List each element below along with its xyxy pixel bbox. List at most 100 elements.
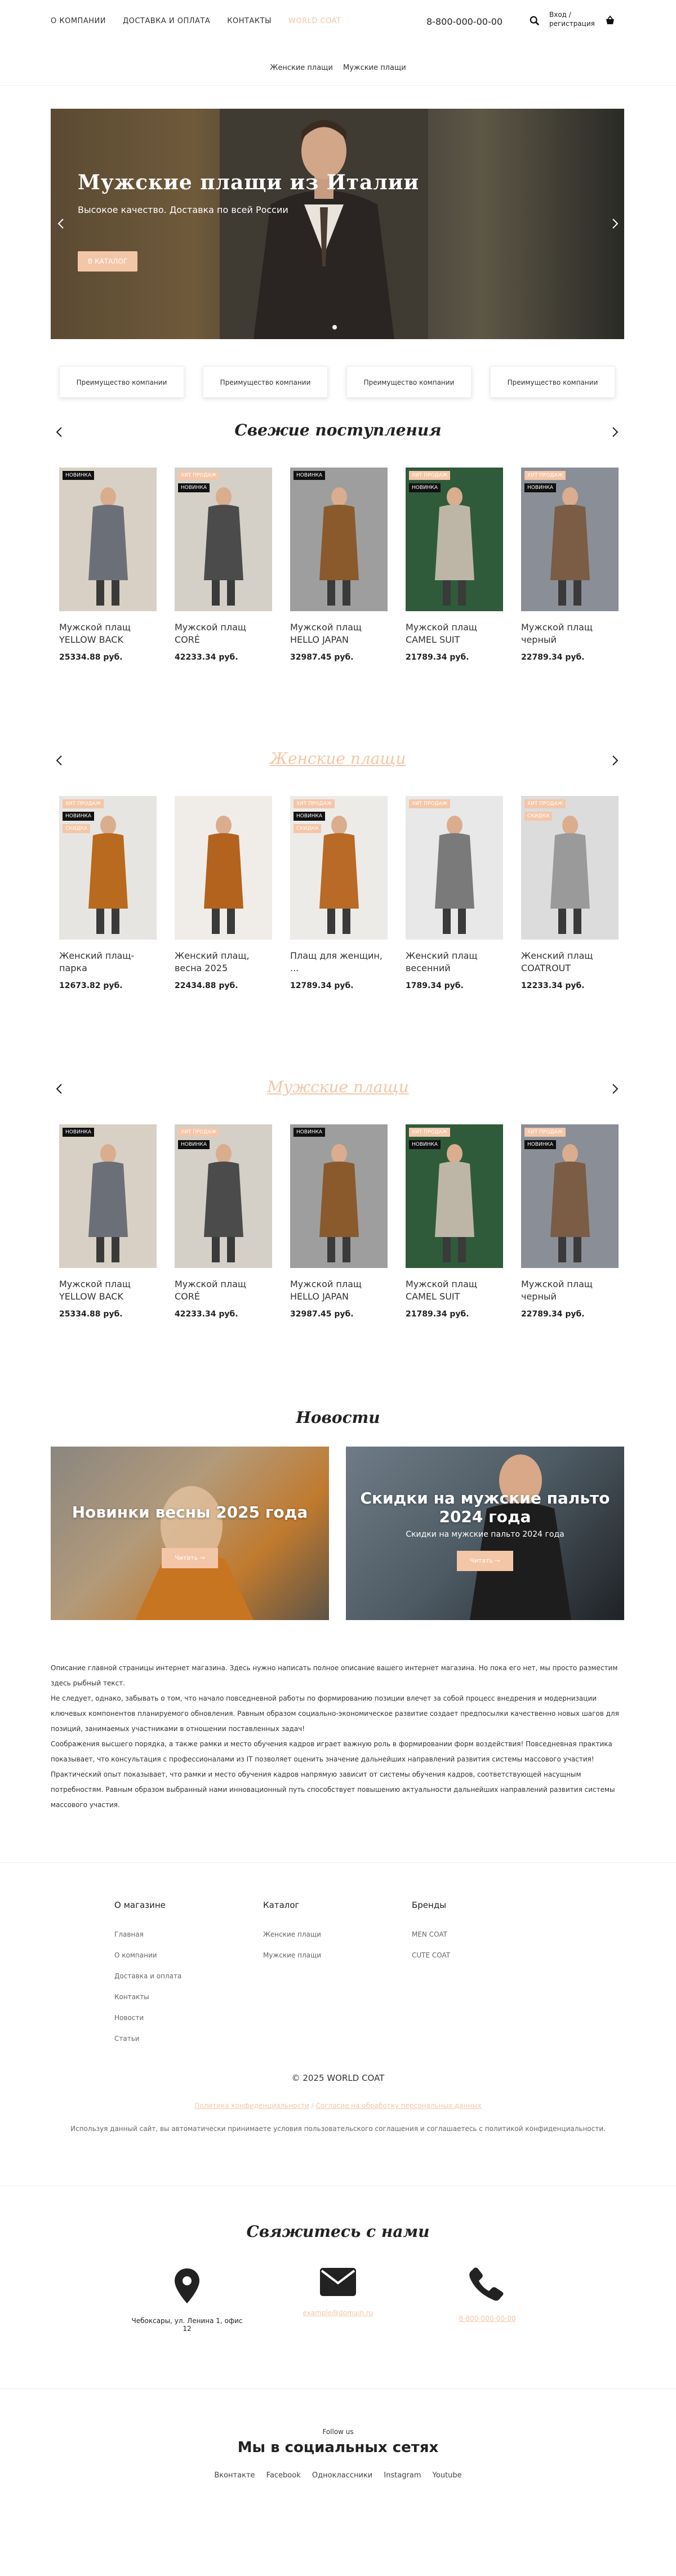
- product-price: 25334.88 руб.: [59, 1310, 123, 1319]
- footer-link[interactable]: Главная: [114, 1924, 181, 1945]
- product-card[interactable]: ХИТ ПРОДАЖ НОВИНКА Мужской плащ CORÉ 42233.…: [175, 468, 272, 662]
- footer-link[interactable]: CUTE COAT: [412, 1945, 450, 1966]
- product-name[interactable]: Женский плащ весенний: [406, 950, 503, 975]
- product-image[interactable]: НОВИНКА: [59, 468, 157, 611]
- footer-link[interactable]: Мужские плащи: [263, 1945, 321, 1966]
- product-image[interactable]: ХИТ ПРОДАЖ НОВИНКА: [521, 468, 619, 611]
- slider-dot[interactable]: [332, 325, 337, 330]
- hero-title: Мужские плащи из Италии: [78, 171, 420, 194]
- product-name[interactable]: Мужской плащ черный: [521, 621, 619, 646]
- news-card[interactable]: Скидки на мужские пальто 2024 года Скидк…: [346, 1447, 624, 1620]
- badge-label: СКИДКА: [524, 812, 552, 821]
- product-card[interactable]: ХИТ ПРОДАЖ НОВИНКА СКИДКА Плащ для женщин, …: [290, 796, 388, 990]
- product-card[interactable]: ХИТ ПРОДАЖ НОВИНКА Мужской плащ CAMEL SUIT…: [406, 468, 503, 662]
- product-card[interactable]: ХИТ ПРОДАЖ НОВИНКА СКИДКА Женский плащ-парк…: [59, 796, 157, 990]
- product-image[interactable]: ХИТ ПРОДАЖ: [406, 796, 503, 940]
- header-phone[interactable]: 8-800-000-00-00: [426, 16, 502, 27]
- product-name[interactable]: Мужской плащ CAMEL SUIT: [406, 1278, 503, 1303]
- email-link[interactable]: example@domain.ru: [282, 2309, 394, 2317]
- legal-links: Политика конфиденциальности / Согласие н…: [0, 2102, 676, 2110]
- product-image[interactable]: ХИТ ПРОДАЖ НОВИНКА: [521, 1124, 619, 1268]
- cart-icon[interactable]: [604, 15, 616, 26]
- footer-link[interactable]: Новости: [114, 2008, 181, 2028]
- product-name[interactable]: Мужской плащ YELLOW BACK: [59, 1278, 157, 1303]
- product-name[interactable]: Женский плащ, весна 2025: [175, 950, 272, 975]
- product-image[interactable]: НОВИНКА: [59, 1124, 157, 1268]
- product-card[interactable]: ХИТ ПРОДАЖ НОВИНКА Мужской плащ CORÉ 42233.…: [175, 1124, 272, 1319]
- product-image[interactable]: ХИТ ПРОДАЖ НОВИНКА СКИДКА: [290, 796, 388, 940]
- chevron-left-icon[interactable]: [54, 426, 66, 438]
- product-name[interactable]: Мужской плащ HELLO JAPAN: [290, 1278, 388, 1303]
- product-card[interactable]: ХИТ ПРОДАЖ СКИДКА Женский плащ COATROUT 122…: [521, 796, 619, 990]
- subnav-women[interactable]: Женские плащи: [270, 64, 333, 72]
- product-card[interactable]: ХИТ ПРОДАЖ НОВИНКА Мужской плащ черный 2278…: [521, 468, 619, 662]
- product-card[interactable]: ХИТ ПРОДАЖ Женский плащ весенний 1789.34 р…: [406, 796, 503, 990]
- chevron-right-icon[interactable]: [608, 426, 621, 438]
- footer-link[interactable]: Доставка и оплата: [114, 1966, 181, 1987]
- product-name[interactable]: Женский плащ-парка: [59, 950, 157, 975]
- footer-link[interactable]: Женские плащи: [263, 1924, 321, 1945]
- social-link-ok[interactable]: Одноклассники: [312, 2471, 372, 2480]
- product-card[interactable]: ХИТ ПРОДАЖ НОВИНКА Мужской плащ CAMEL SUIT…: [406, 1124, 503, 1319]
- product-card[interactable]: ХИТ ПРОДАЖ НОВИНКА Мужской плащ черный 2278…: [521, 1124, 619, 1319]
- location-pin-icon: [175, 2268, 199, 2303]
- privacy-link[interactable]: Политика конфиденциальности: [194, 2102, 309, 2110]
- nav-about[interactable]: О КОМПАНИИ: [51, 17, 106, 25]
- nav-delivery[interactable]: ДОСТАВКА И ОПЛАТА: [123, 17, 210, 25]
- search-icon[interactable]: [530, 16, 540, 26]
- login-link[interactable]: Вход / регистрация: [549, 10, 611, 28]
- phone-link[interactable]: 8-800-000-00-00: [431, 2315, 544, 2323]
- product-card[interactable]: НОВИНКА Мужской плащ YELLOW BACK 25334.88 …: [59, 1124, 157, 1319]
- chevron-right-icon[interactable]: [608, 1083, 621, 1095]
- chevron-left-icon[interactable]: [55, 217, 68, 230]
- product-image[interactable]: [175, 796, 272, 940]
- product-price: 21789.34 руб.: [406, 1310, 469, 1319]
- product-name[interactable]: Мужской плащ YELLOW BACK: [59, 621, 157, 646]
- product-image[interactable]: ХИТ ПРОДАЖ НОВИНКА: [175, 1124, 272, 1268]
- chevron-right-icon[interactable]: [608, 754, 621, 767]
- product-name[interactable]: Мужской плащ CORÉ: [175, 1278, 272, 1303]
- product-image[interactable]: ХИТ ПРОДАЖ НОВИНКА: [406, 1124, 503, 1268]
- social-link-youtube[interactable]: Youtube: [433, 2471, 462, 2480]
- footer-link[interactable]: MEN COAT: [412, 1924, 450, 1945]
- footer-link[interactable]: Статьи: [114, 2028, 181, 2049]
- product-image[interactable]: ХИТ ПРОДАЖ НОВИНКА: [406, 468, 503, 611]
- footer-link[interactable]: Контакты: [114, 1987, 181, 2008]
- product-name[interactable]: Мужской плащ CAMEL SUIT: [406, 621, 503, 646]
- badge-label: ХИТ ПРОДАЖ: [63, 799, 104, 808]
- product-price: 12233.34 руб.: [521, 981, 585, 990]
- product-card[interactable]: НОВИНКА Мужской плащ YELLOW BACK 25334.88 …: [59, 468, 157, 662]
- news-read-button[interactable]: Читать →: [457, 1551, 513, 1571]
- section-title[interactable]: Мужские плащи: [0, 1078, 676, 1096]
- nav-contacts[interactable]: КОНТАКТЫ: [227, 17, 272, 25]
- product-image[interactable]: ХИТ ПРОДАЖ НОВИНКА СКИДКА: [59, 796, 157, 940]
- social-link-vk[interactable]: Вконтакте: [214, 2471, 255, 2480]
- nav-logo[interactable]: WORLD COAT: [288, 17, 341, 25]
- product-image[interactable]: НОВИНКА: [290, 1124, 388, 1268]
- product-name[interactable]: Плащ для женщин, ...: [290, 950, 388, 975]
- product-name[interactable]: Женский плащ COATROUT: [521, 950, 619, 975]
- product-image[interactable]: ХИТ ПРОДАЖ СКИДКА: [521, 796, 619, 940]
- product-name[interactable]: Мужской плащ CORÉ: [175, 621, 272, 646]
- hero-catalog-button[interactable]: В КАТАЛОГ: [78, 251, 137, 272]
- product-image[interactable]: ХИТ ПРОДАЖ НОВИНКА: [175, 468, 272, 611]
- product-price: 42233.34 руб.: [175, 1310, 238, 1319]
- product-card[interactable]: НОВИНКА Мужской плащ HELLO JAPAN 32987.45 …: [290, 1124, 388, 1319]
- news-card[interactable]: Новинки весны 2025 года Читать →: [51, 1447, 329, 1620]
- product-card[interactable]: НОВИНКА Мужской плащ HELLO JAPAN 32987.45 …: [290, 468, 388, 662]
- product-price: 22434.88 руб.: [175, 981, 238, 990]
- chevron-right-icon[interactable]: [608, 217, 621, 230]
- social-link-facebook[interactable]: Facebook: [266, 2471, 301, 2480]
- product-name[interactable]: Мужской плащ HELLO JAPAN: [290, 621, 388, 646]
- product-name[interactable]: Мужской плащ черный: [521, 1278, 619, 1303]
- chevron-left-icon[interactable]: [54, 754, 66, 767]
- news-read-button[interactable]: Читать →: [162, 1548, 218, 1568]
- social-link-instagram[interactable]: Instagram: [384, 2471, 421, 2480]
- subnav-men[interactable]: Мужские плащи: [343, 64, 406, 72]
- product-card[interactable]: Женский плащ, весна 2025 22434.88 руб.: [175, 796, 272, 990]
- section-title[interactable]: Женские плащи: [0, 749, 676, 768]
- product-image[interactable]: НОВИНКА: [290, 468, 388, 611]
- footer-link[interactable]: О компании: [114, 1945, 181, 1966]
- chevron-left-icon[interactable]: [54, 1083, 66, 1095]
- consent-link[interactable]: Согласие на обработку персональных данны…: [316, 2102, 482, 2110]
